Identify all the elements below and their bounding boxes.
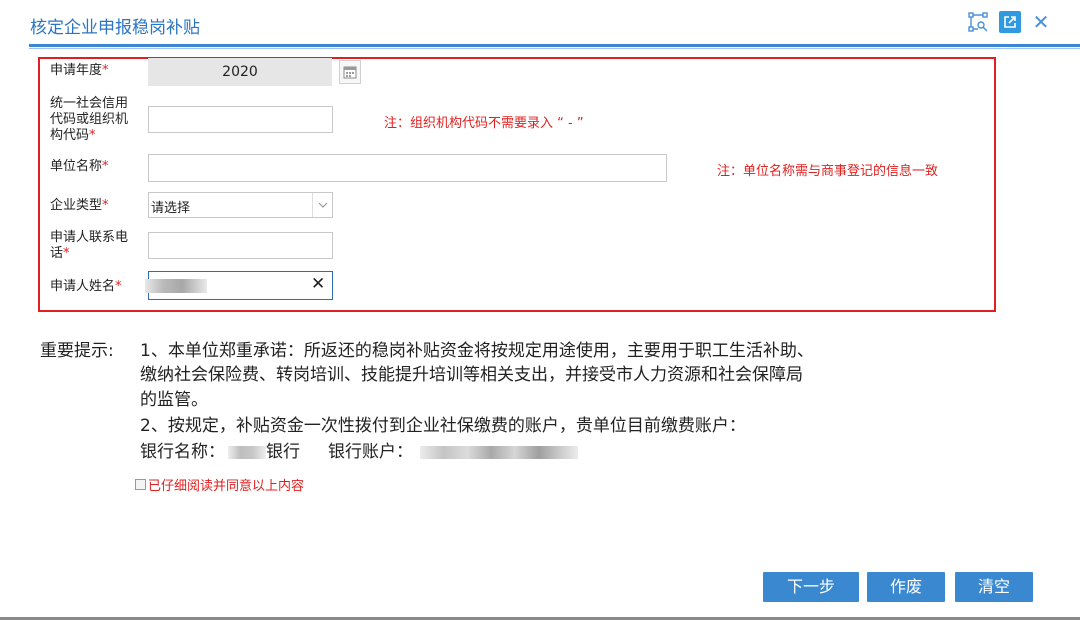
dialog-titlebar: 核定企业申报稳岗补贴 ✕ <box>0 0 1080 46</box>
title-divider-thin <box>29 48 1080 49</box>
credit-code-label: 统一社会信用 代码或组织机 构代码* <box>50 96 129 143</box>
popout-icon[interactable] <box>999 11 1021 33</box>
clear-button[interactable]: 清空 <box>955 572 1033 602</box>
title-divider <box>29 44 1080 47</box>
scan-select-icon[interactable] <box>967 11 989 33</box>
enterprise-type-label: 企业类型* <box>50 198 109 213</box>
notice-heading: 重要提示: <box>40 341 114 361</box>
calendar-icon[interactable] <box>339 60 361 84</box>
clear-icon[interactable]: ✕ <box>311 274 325 294</box>
agree-checkbox-row[interactable]: 已仔细阅读并同意以上内容 <box>135 475 304 494</box>
unit-name-input[interactable] <box>148 154 667 182</box>
close-icon[interactable]: ✕ <box>1030 10 1052 34</box>
bank-name-label: 银行名称： <box>140 442 225 462</box>
year-label: 申请年度* <box>50 63 109 78</box>
bank-account-label: 银行账户： <box>328 442 413 462</box>
agree-checkbox[interactable] <box>135 479 146 490</box>
notice-line-3: 的监管。 <box>140 390 208 410</box>
notice-line-2: 缴纳社会保险费、转岗培训、技能提升培训等相关支出，并接受市人力资源和社会保障局 <box>140 365 803 385</box>
enterprise-type-selected: 请选择 <box>151 201 191 216</box>
unit-name-label: 单位名称* <box>50 159 109 174</box>
bank-name-suffix: 银行 <box>266 442 300 462</box>
phone-label: 申请人联系电 话* <box>50 230 129 261</box>
redacted-bank-name <box>228 446 266 459</box>
void-button[interactable]: 作废 <box>867 572 945 602</box>
agree-label: 已仔细阅读并同意以上内容 <box>148 479 305 494</box>
dialog-title: 核定企业申报稳岗补贴 <box>30 18 200 38</box>
applicant-name-label: 申请人姓名* <box>50 279 122 294</box>
phone-input[interactable] <box>148 232 333 259</box>
credit-code-input[interactable] <box>148 106 333 133</box>
unit-name-note: 注：单位名称需与商事登记的信息一致 <box>717 164 939 179</box>
redacted-name <box>145 279 207 293</box>
next-step-button[interactable]: 下一步 <box>763 572 859 602</box>
chevron-down-icon[interactable] <box>312 193 332 217</box>
enterprise-type-select[interactable]: 请选择 <box>148 192 333 218</box>
credit-code-note: 注：组织机构代码不需要录入 “ - ” <box>384 116 584 131</box>
notice-line-1: 1、本单位郑重承诺：所返还的稳岗补贴资金将按规定用途使用，主要用于职工生活补助、 <box>140 341 814 361</box>
notice-line-4: 2、按规定，补贴资金一次性拨付到企业社保缴费的账户，贵单位目前缴费账户： <box>140 416 746 436</box>
redacted-bank-account <box>420 446 578 459</box>
year-field[interactable]: 2020 <box>148 58 332 86</box>
